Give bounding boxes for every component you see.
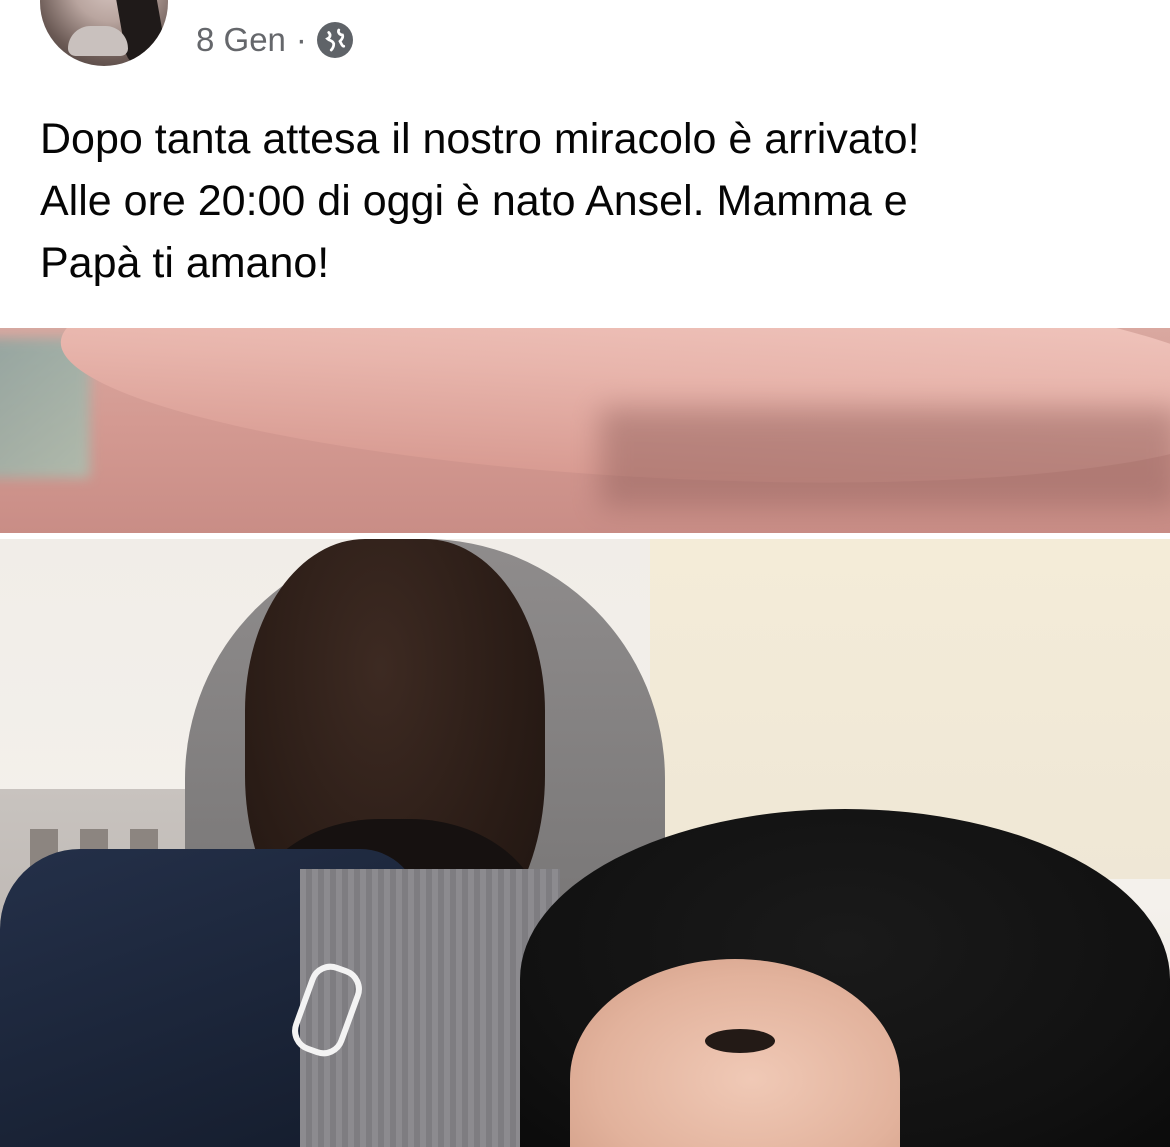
avatar-clothing [68, 26, 128, 56]
post-timestamp[interactable]: 8 Gen [196, 21, 286, 59]
photo-woman-eye [705, 1029, 775, 1053]
post-text-line-1: Dopo tanta attesa il nostro miracolo è a… [40, 115, 920, 163]
post-photo-2[interactable] [0, 539, 1170, 1147]
post-photo-1[interactable] [0, 328, 1170, 533]
globe-icon[interactable] [316, 22, 353, 58]
post-meta: 8 Gen · [196, 18, 353, 62]
post-text-line-2: Alle ore 20:00 di oggi è nato Ansel. Mam… [40, 177, 908, 225]
post-text: Dopo tanta attesa il nostro miracolo è a… [40, 108, 1140, 294]
post-text-line-3: Papà ti amano! [40, 239, 330, 287]
meta-separator: · [295, 21, 307, 58]
profile-avatar[interactable] [40, 0, 168, 66]
photo-shadow [600, 408, 1170, 508]
